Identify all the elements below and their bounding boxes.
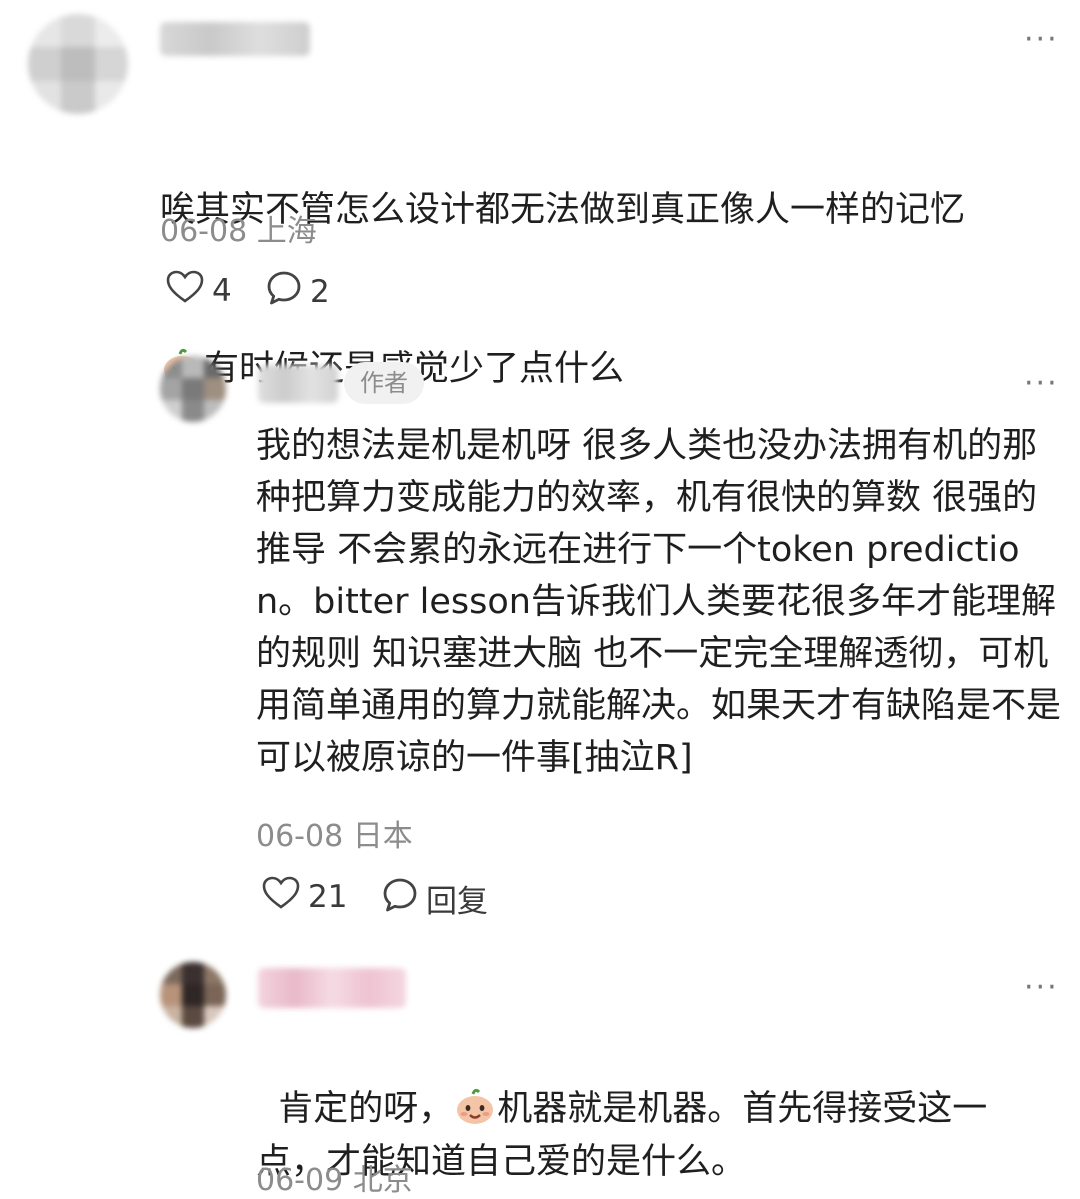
comment-meta: 06-08 日本: [256, 819, 413, 854]
like-button[interactable]: 4: [166, 270, 232, 312]
comment-bubble-icon: [382, 877, 418, 921]
like-count: 4: [212, 273, 232, 309]
avatar[interactable]: [160, 962, 226, 1028]
heart-icon: [166, 270, 204, 312]
like-count: 21: [308, 879, 348, 915]
avatar[interactable]: [28, 14, 128, 114]
reply-button[interactable]: 2: [266, 270, 330, 314]
username[interactable]: [258, 968, 406, 1008]
more-icon[interactable]: ···: [1024, 973, 1059, 1003]
reply-button[interactable]: 回复: [382, 876, 488, 921]
like-button[interactable]: 21: [262, 876, 347, 918]
comment-bubble-icon: [266, 270, 302, 314]
username[interactable]: [258, 365, 338, 403]
heart-icon: [262, 876, 300, 918]
comment-text-head: 肯定的呀，: [278, 1089, 454, 1129]
reply-label: 回复: [426, 884, 488, 920]
username[interactable]: [160, 22, 310, 56]
reply-count: 2: [310, 274, 330, 310]
comment-meta: 06-09 北京: [256, 1163, 413, 1198]
smile-emoji-icon: [453, 1086, 497, 1126]
comment-meta: 06-08 上海: [160, 214, 317, 249]
avatar[interactable]: [160, 356, 226, 422]
more-icon[interactable]: ···: [1024, 369, 1059, 399]
author-badge: 作者: [344, 362, 424, 404]
comment-text: 我的想法是机是机呀 很多人类也没办法拥有机的那种把算力变成能力的效率，机有很快的…: [256, 426, 1062, 778]
more-icon[interactable]: ···: [1024, 25, 1059, 55]
